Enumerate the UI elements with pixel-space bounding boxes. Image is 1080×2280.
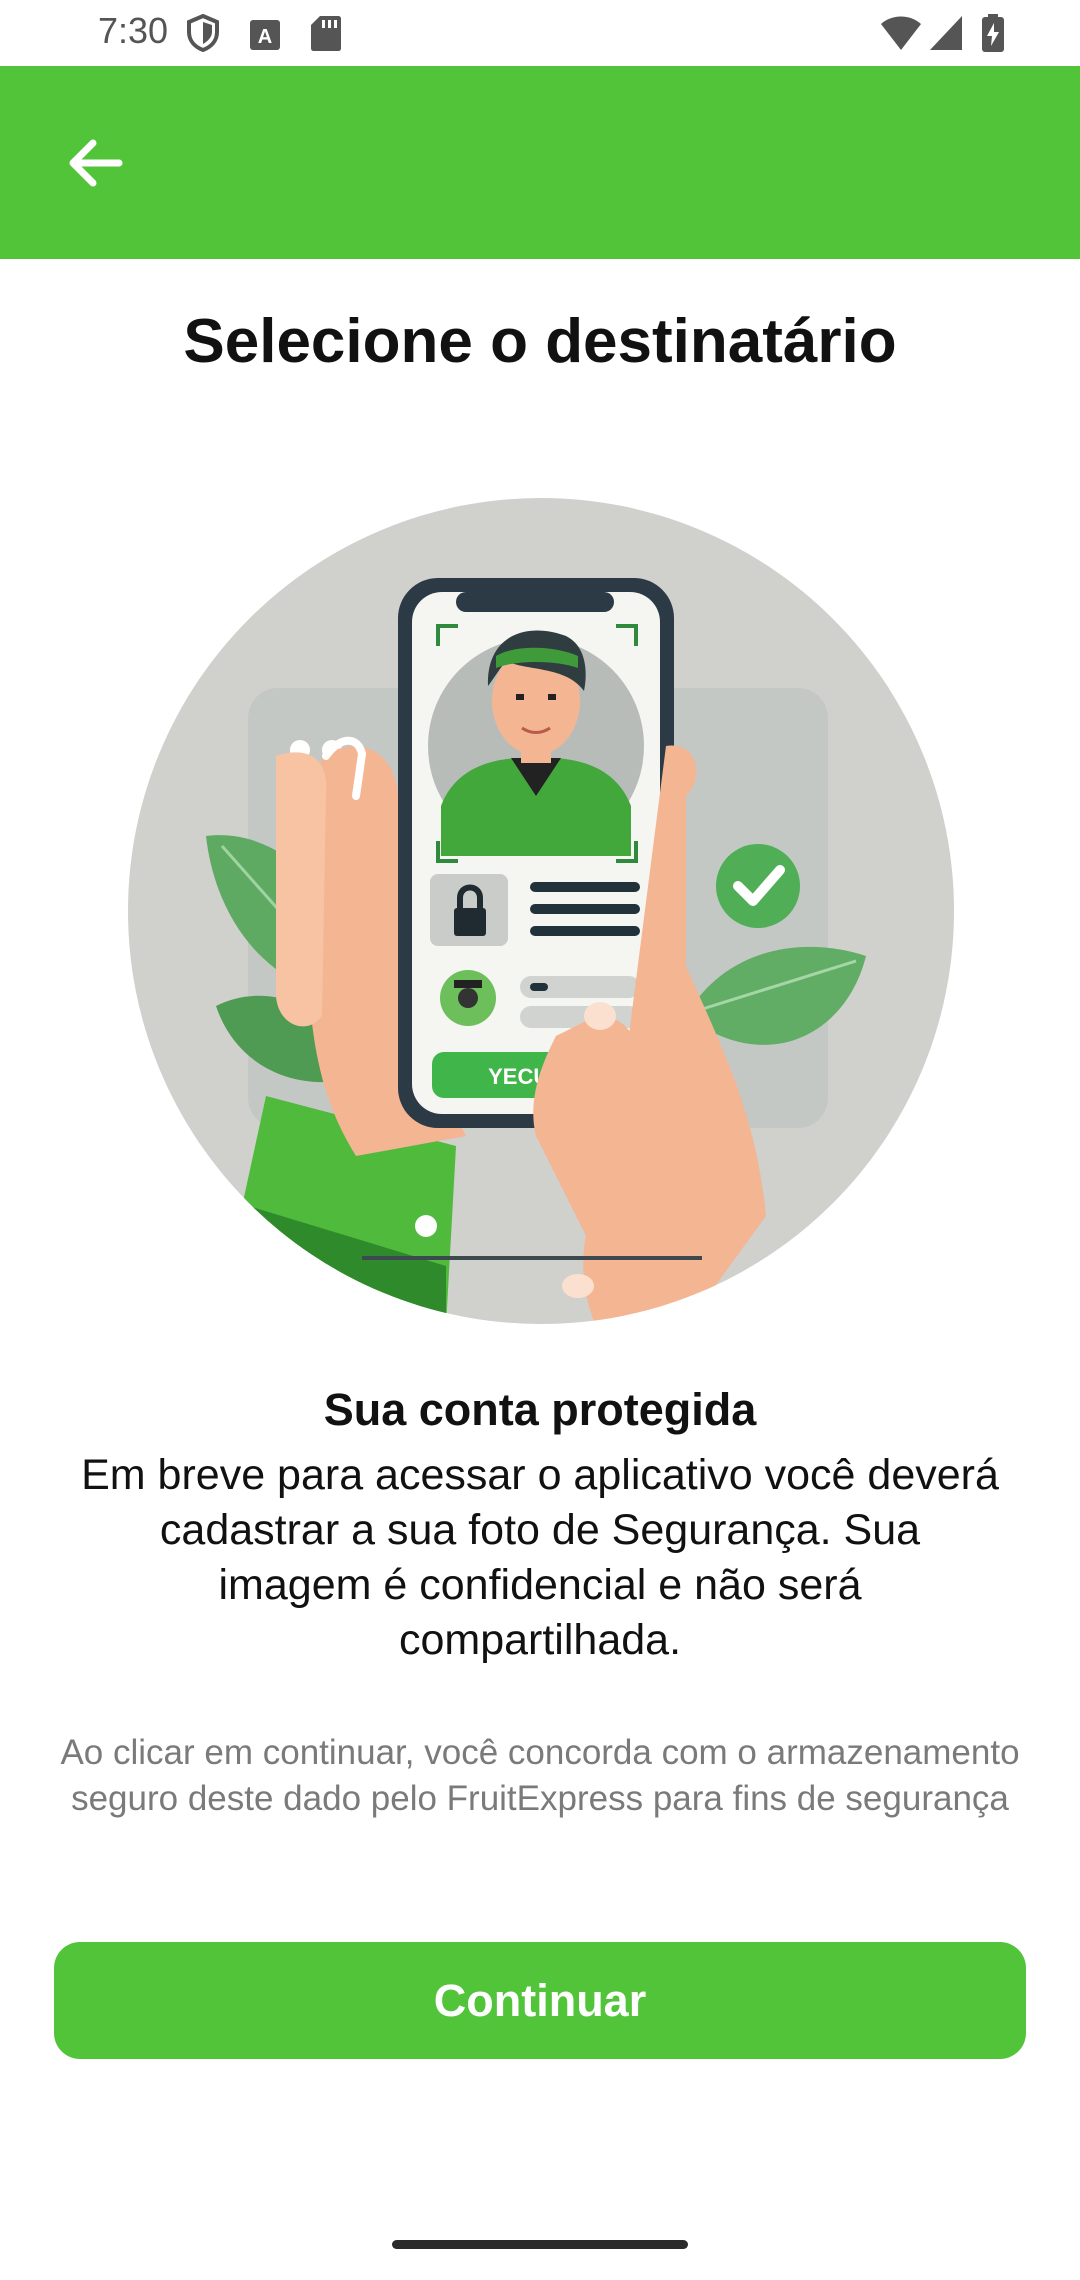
home-indicator[interactable]	[392, 2240, 688, 2249]
status-bar: 7:30 A	[0, 0, 1080, 66]
sd-card-icon	[311, 16, 341, 51]
battery-charging-icon	[982, 14, 1004, 52]
app-bar	[0, 66, 1080, 259]
section-body: Em breve para acessar o aplicativo você …	[81, 1451, 999, 1664]
signal-icon	[930, 16, 962, 50]
back-button[interactable]	[40, 108, 150, 218]
wifi-icon	[881, 16, 921, 50]
shield-icon	[187, 14, 219, 52]
consent-text: Ao clicar em continuar, você concorda co…	[60, 1733, 1020, 1818]
continue-button[interactable]: Continuar	[54, 1942, 1026, 2059]
lock-icon	[454, 908, 486, 936]
section-heading: Sua conta protegida	[323, 1384, 757, 1435]
page-title: Selecione o destinatário	[183, 307, 897, 376]
status-time: 7:30	[98, 10, 169, 51]
security-photo-illustration: YECURIY	[128, 498, 954, 1324]
arrow-back-icon	[69, 139, 123, 187]
svg-text:A: A	[258, 26, 272, 48]
font-a-icon: A	[250, 20, 280, 50]
check-icon	[716, 844, 800, 928]
